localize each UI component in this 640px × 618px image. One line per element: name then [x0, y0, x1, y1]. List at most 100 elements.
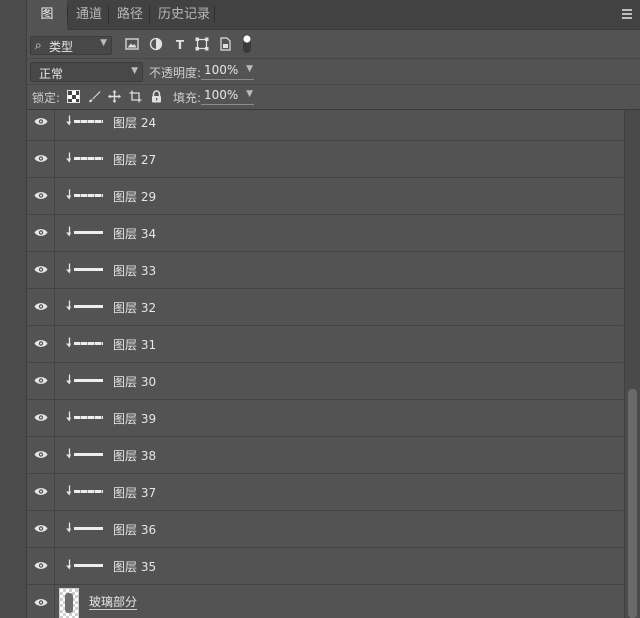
panel-menu-icon[interactable] [622, 9, 632, 21]
panel-tab-bar: 图层 通道 路径 历史记录 [27, 0, 640, 51]
layer-thumbnail [59, 588, 79, 618]
layer-thumbnail [74, 453, 103, 456]
visibility-toggle[interactable] [27, 548, 55, 584]
eye-icon [34, 340, 48, 347]
layer-row[interactable]: 图层 34 [27, 215, 623, 252]
eye-icon [34, 266, 48, 273]
visibility-toggle[interactable] [27, 400, 55, 436]
tab-divider [214, 6, 215, 23]
visibility-toggle[interactable] [27, 585, 55, 618]
lock-transparent-pixels-icon[interactable] [67, 90, 80, 103]
layer-row[interactable]: 图层 39 [27, 400, 623, 437]
chevron-down-icon: ▼ [100, 38, 107, 48]
opacity-field[interactable]: 100% ▼ [201, 63, 254, 80]
visibility-toggle[interactable] [27, 110, 55, 140]
eye-icon [34, 155, 48, 162]
layer-thumbnail [74, 564, 103, 567]
clipping-mask-arrow-icon [66, 226, 71, 237]
layer-row[interactable]: 图层 32 [27, 289, 623, 326]
lock-row: 锁定: 填充: 100% ▼ [27, 85, 640, 110]
layer-row[interactable]: 图层 33 [27, 252, 623, 289]
layer-name: 图层 32 [113, 301, 157, 315]
layer-row-glass[interactable]: 玻璃部分 [27, 585, 623, 618]
lock-image-pixels-icon[interactable] [88, 90, 101, 103]
type-filter-icon[interactable]: T [173, 37, 187, 51]
layer-row[interactable]: 图层 35 [27, 548, 623, 585]
layer-thumbnail [74, 231, 103, 234]
tab-paths[interactable]: 路径 [109, 0, 151, 29]
chevron-down-icon: ▼ [131, 66, 138, 76]
layer-name: 图层 24 [113, 116, 157, 130]
visibility-toggle[interactable] [27, 363, 55, 399]
layer-name: 图层 27 [113, 153, 157, 167]
adjustment-filter-icon[interactable] [149, 37, 163, 51]
fill-label: 填充: [173, 91, 202, 105]
image-filter-icon[interactable] [125, 37, 139, 51]
layer-name: 玻璃部分 [89, 595, 138, 610]
visibility-toggle[interactable] [27, 289, 55, 325]
clipping-mask-arrow-icon [66, 152, 71, 163]
layer-thumbnail [74, 490, 103, 493]
search-icon: ⌕ [35, 38, 42, 52]
shape-filter-icon[interactable] [195, 37, 209, 51]
tab-channels[interactable]: 通道 [68, 0, 110, 29]
layer-name: 图层 31 [113, 338, 157, 352]
visibility-toggle[interactable] [27, 215, 55, 251]
eye-icon [34, 562, 48, 569]
lock-position-icon[interactable] [108, 90, 121, 103]
visibility-toggle[interactable] [27, 252, 55, 288]
eye-icon [34, 377, 48, 384]
layer-thumbnail [74, 342, 103, 345]
layer-thumbnail [74, 379, 103, 382]
clipping-mask-arrow-icon [66, 115, 71, 126]
svg-text:T: T [176, 38, 185, 51]
layer-thumbnail [74, 157, 103, 160]
layer-row[interactable]: 图层 24 [27, 110, 623, 141]
layer-row[interactable]: 图层 36 [27, 511, 623, 548]
layer-thumbnail [74, 527, 103, 530]
layer-row[interactable]: 图层 30 [27, 363, 623, 400]
opacity-label: 不透明度: [149, 66, 202, 80]
eye-icon [34, 488, 48, 495]
layer-thumbnail [74, 194, 103, 197]
layer-row[interactable]: 图层 37 [27, 474, 623, 511]
eye-icon [34, 451, 48, 458]
blend-mode-select[interactable]: 正常 ▼ [30, 62, 143, 82]
visibility-toggle[interactable] [27, 437, 55, 473]
visibility-toggle[interactable] [27, 141, 55, 177]
lock-artboard-icon[interactable] [129, 90, 142, 103]
visibility-toggle[interactable] [27, 474, 55, 510]
clipping-mask-arrow-icon [66, 263, 71, 274]
layer-row[interactable]: 图层 29 [27, 178, 623, 215]
clipping-mask-arrow-icon [66, 485, 71, 496]
smart-object-filter-icon[interactable] [218, 37, 232, 51]
visibility-toggle[interactable] [27, 511, 55, 547]
filter-row: ⌕ 类型 ▼ T [27, 31, 640, 59]
layer-name: 图层 39 [113, 412, 157, 426]
layer-list-scrollbar[interactable] [624, 110, 640, 618]
filter-toggle-icon[interactable] [242, 34, 252, 54]
blend-mode-value: 正常 [39, 67, 64, 81]
layer-row[interactable]: 图层 38 [27, 437, 623, 474]
visibility-toggle[interactable] [27, 326, 55, 362]
eye-icon [34, 118, 48, 125]
layer-name: 图层 36 [113, 523, 157, 537]
filter-kind-select[interactable]: ⌕ 类型 ▼ [30, 36, 112, 55]
eye-icon [34, 414, 48, 421]
clipping-mask-arrow-icon [66, 411, 71, 422]
clipping-mask-arrow-icon [66, 337, 71, 348]
visibility-toggle[interactable] [27, 178, 55, 214]
fill-field[interactable]: 100% ▼ [201, 88, 254, 105]
layer-name: 图层 37 [113, 486, 157, 500]
fill-value: 100% [204, 88, 239, 102]
lock-all-icon[interactable] [150, 90, 163, 103]
eye-icon [34, 229, 48, 236]
scrollbar-thumb[interactable] [628, 389, 637, 618]
layer-row[interactable]: 图层 31 [27, 326, 623, 363]
chevron-down-icon: ▼ [246, 89, 253, 99]
lock-label: 锁定: [32, 91, 61, 105]
tab-layers[interactable]: 图层 [27, 0, 67, 51]
layer-row[interactable]: 图层 27 [27, 141, 623, 178]
tab-history[interactable]: 历史记录 [150, 0, 218, 29]
layer-name: 图层 33 [113, 264, 157, 278]
